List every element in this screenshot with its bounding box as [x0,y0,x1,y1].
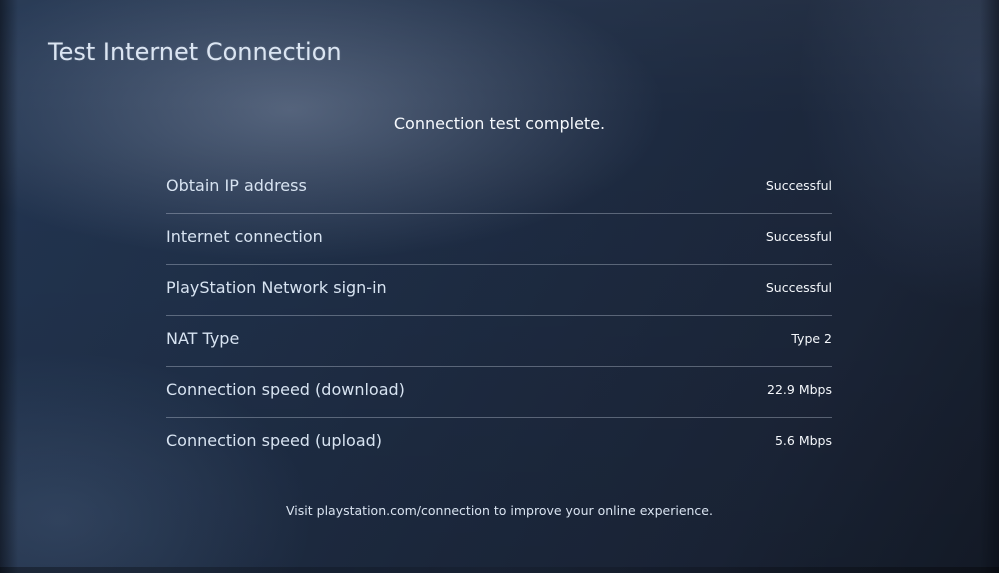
result-value: 5.6 Mbps [774,433,832,448]
result-label: Connection speed (upload) [166,431,383,450]
result-value: Successful [765,178,832,193]
result-row-nat-type: NAT Type Type 2 [166,316,832,367]
connection-test-status: Connection test complete. [393,114,606,133]
result-label: Connection speed (download) [166,380,405,399]
result-label: NAT Type [166,329,240,348]
screen-bottom-edge [0,567,999,573]
connection-results-list: Obtain IP address Successful Internet co… [166,163,832,469]
result-value: Successful [765,229,832,244]
result-row-upload-speed: Connection speed (upload) 5.6 Mbps [166,418,832,469]
footer-help-text: Visit playstation.com/connection to impr… [286,503,713,518]
result-value: Type 2 [791,331,832,346]
result-label: PlayStation Network sign-in [166,278,387,297]
connection-test-screen: Test Internet Connection Connection test… [0,0,999,573]
result-row-obtain-ip-address: Obtain IP address Successful [166,163,832,214]
result-value: Successful [765,280,832,295]
result-label: Internet connection [166,227,323,246]
result-row-internet-connection: Internet connection Successful [166,214,832,265]
page-title: Test Internet Connection [48,38,342,66]
result-label: Obtain IP address [166,176,307,195]
result-row-psn-sign-in: PlayStation Network sign-in Successful [166,265,832,316]
result-value: 22.9 Mbps [767,382,832,397]
result-row-download-speed: Connection speed (download) 22.9 Mbps [166,367,832,418]
